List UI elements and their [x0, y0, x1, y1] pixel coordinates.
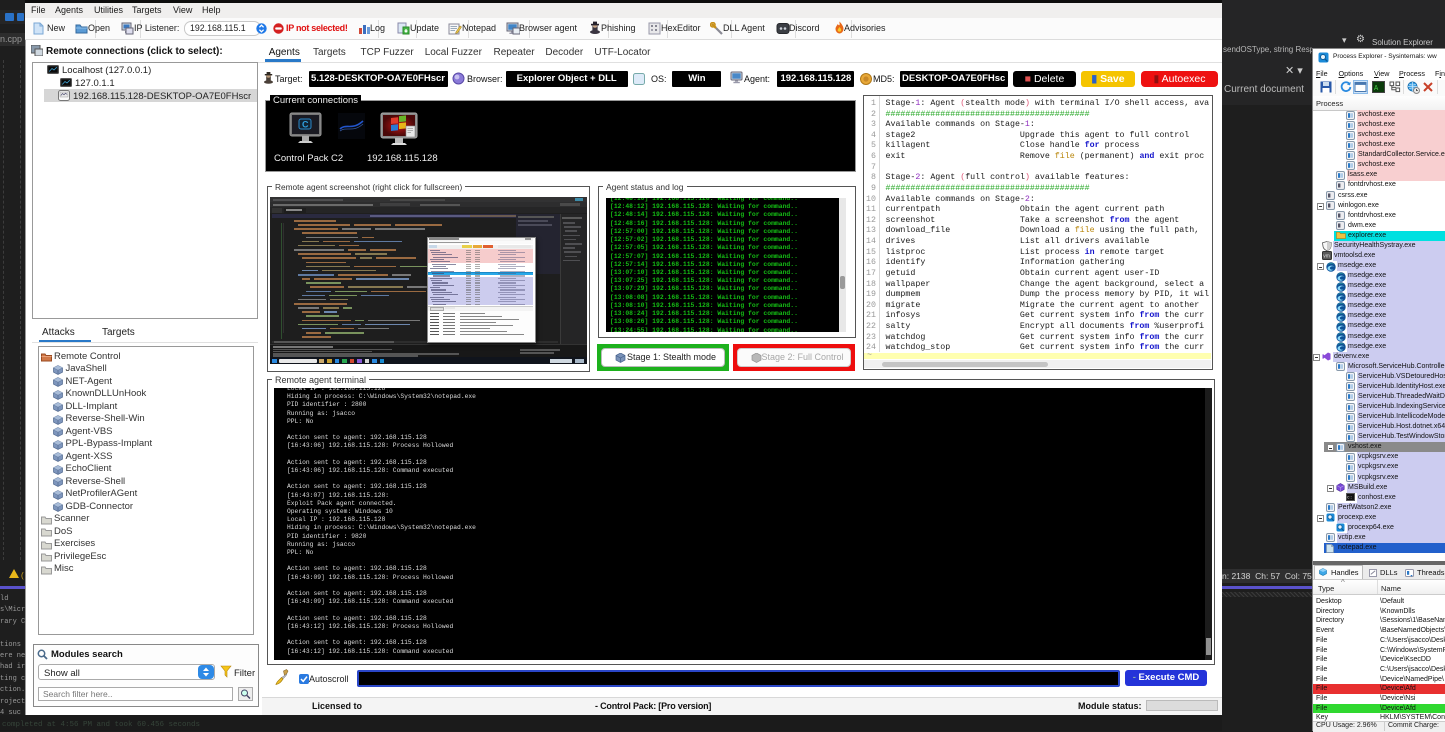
svg-text:vm: vm: [1323, 254, 1330, 260]
svg-text:c:: c:: [1347, 496, 1352, 501]
svg-text:C: C: [302, 120, 309, 130]
